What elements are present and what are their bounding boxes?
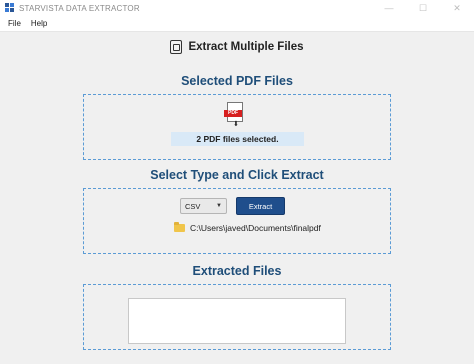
extracted-files-list[interactable] [128,298,346,344]
extract-heading: Select Type and Click Extract [150,168,324,182]
selected-files-heading: Selected PDF Files [181,74,293,88]
menu-help[interactable]: Help [26,19,52,28]
page-header: Extract Multiple Files [0,38,474,56]
menu-bar: File Help [0,16,474,32]
selection-status: 2 PDF files selected. [171,132,304,146]
chevron-down-icon: ▼ [216,203,222,209]
window-controls: — ☐ ✕ [372,0,474,16]
format-select-value: CSV [185,201,201,211]
window-title: STARVISTA DATA EXTRACTOR [19,3,140,13]
pdf-file-icon: PDF ⬇ [224,102,246,128]
pdf-files-icon [170,40,183,54]
extract-button-label: Extract [248,201,273,211]
download-arrow-icon: ⬇ [233,121,239,128]
pdf-label: PDF [224,110,242,117]
format-select[interactable]: CSV ▼ [180,198,227,214]
close-button[interactable]: ✕ [440,0,474,16]
app-logo-icon [5,3,15,13]
title-bar: STARVISTA DATA EXTRACTOR — ☐ ✕ [0,0,474,16]
maximize-button[interactable]: ☐ [406,0,440,16]
output-folder[interactable]: C:\Users\javed\Documents\finalpdf [174,222,321,233]
page-title: Extract Multiple Files [188,41,304,53]
selection-status-text: 2 PDF files selected. [196,134,279,144]
extract-button[interactable]: Extract [236,197,285,215]
output-path: C:\Users\javed\Documents\finalpdf [190,223,321,233]
folder-icon [174,222,185,232]
minimize-button[interactable]: — [372,0,406,16]
menu-file[interactable]: File [0,19,26,28]
extracted-files-heading: Extracted Files [192,264,282,278]
